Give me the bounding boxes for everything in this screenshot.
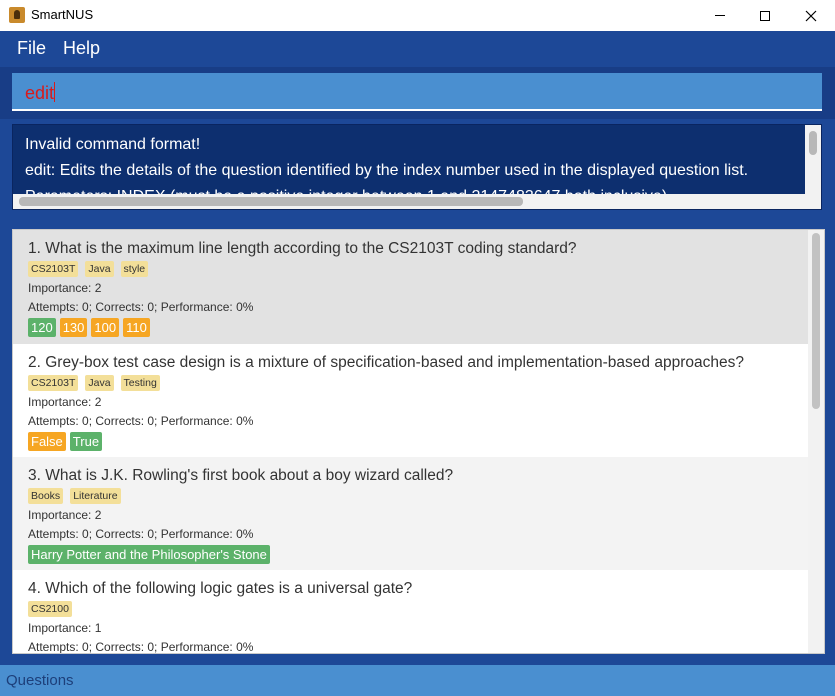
- option-correct: Harry Potter and the Philosopher's Stone: [28, 545, 270, 564]
- command-input[interactable]: edit: [12, 73, 822, 111]
- result-display-container: Invalid command format! edit: Edits the …: [0, 119, 835, 218]
- app-icon: [9, 7, 25, 23]
- list-vertical-scrollbar[interactable]: [808, 230, 824, 653]
- maximize-button[interactable]: [742, 0, 788, 31]
- question-title: 3. What is J.K. Rowling's first book abo…: [28, 467, 454, 484]
- menu-bar: File Help: [0, 31, 835, 67]
- tag: style: [120, 261, 149, 277]
- tag: Java: [85, 261, 114, 277]
- scroll-thumb[interactable]: [19, 197, 523, 206]
- result-display[interactable]: Invalid command format! edit: Edits the …: [12, 124, 822, 210]
- tag-list: Books Literature: [28, 488, 121, 504]
- status-label: Questions: [6, 672, 74, 689]
- scroll-thumb[interactable]: [809, 131, 817, 155]
- option-correct: 120: [28, 318, 56, 337]
- stats: Attempts: 0; Corrects: 0; Performance: 0…: [28, 414, 254, 428]
- question-title: 4. Which of the following logic gates is…: [28, 580, 413, 597]
- tag: CS2100: [28, 601, 72, 617]
- close-button[interactable]: [788, 0, 834, 31]
- question-card[interactable]: 4. Which of the following logic gates is…: [13, 570, 808, 654]
- result-horizontal-scrollbar[interactable]: [13, 194, 821, 209]
- status-bar: Questions: [0, 665, 835, 696]
- window-title: SmartNUS: [31, 7, 94, 22]
- question-title: 2. Grey-box test case design is a mixtur…: [28, 354, 744, 371]
- importance: Importance: 1: [28, 621, 102, 635]
- option: 100: [91, 318, 120, 337]
- option-correct: True: [69, 432, 103, 451]
- tag: CS2103T: [28, 375, 79, 391]
- option: 130: [59, 318, 88, 337]
- tag: Literature: [70, 488, 121, 504]
- minimize-button[interactable]: [697, 0, 743, 31]
- tag: Java: [85, 375, 114, 391]
- minimize-icon: [715, 15, 725, 16]
- importance: Importance: 2: [28, 281, 102, 295]
- question-card[interactable]: 1. What is the maximum line length accor…: [13, 230, 808, 344]
- option-list: 120 130 100 110: [28, 318, 150, 337]
- menu-help[interactable]: Help: [63, 38, 100, 59]
- title-bar: SmartNUS: [0, 0, 835, 32]
- option: 110: [123, 318, 150, 337]
- scroll-thumb[interactable]: [812, 233, 820, 409]
- close-icon: [805, 10, 817, 21]
- question-list: 1. What is the maximum line length accor…: [12, 229, 825, 654]
- question-card[interactable]: 2. Grey-box test case design is a mixtur…: [13, 344, 808, 457]
- importance: Importance: 2: [28, 395, 102, 409]
- text-caret: [54, 82, 56, 102]
- stats: Attempts: 0; Corrects: 0; Performance: 0…: [28, 300, 254, 314]
- importance: Importance: 2: [28, 508, 102, 522]
- tag: CS2103T: [28, 261, 79, 277]
- command-text: edit: [25, 82, 56, 104]
- stats: Attempts: 0; Corrects: 0; Performance: 0…: [28, 527, 254, 541]
- maximize-icon: [760, 10, 770, 21]
- result-vertical-scrollbar[interactable]: [805, 125, 821, 195]
- option-list: False True: [28, 432, 103, 451]
- tag: Books: [28, 488, 64, 504]
- question-title: 1. What is the maximum line length accor…: [28, 240, 577, 257]
- tag-list: CS2103T Java style: [28, 261, 149, 277]
- option: False: [28, 432, 66, 451]
- stats: Attempts: 0; Corrects: 0; Performance: 0…: [28, 640, 254, 654]
- command-box-container: edit: [0, 67, 835, 119]
- result-line: Invalid command format!: [25, 136, 201, 153]
- question-card[interactable]: 3. What is J.K. Rowling's first book abo…: [13, 457, 808, 570]
- command-value: edit: [25, 83, 55, 103]
- result-line: edit: Edits the details of the question …: [25, 162, 749, 179]
- menu-file[interactable]: File: [17, 38, 46, 59]
- tag-list: CS2103T Java Testing: [28, 375, 160, 391]
- option-list: Harry Potter and the Philosopher's Stone: [28, 545, 270, 564]
- tag-list: CS2100: [28, 601, 72, 617]
- tag: Testing: [120, 375, 160, 391]
